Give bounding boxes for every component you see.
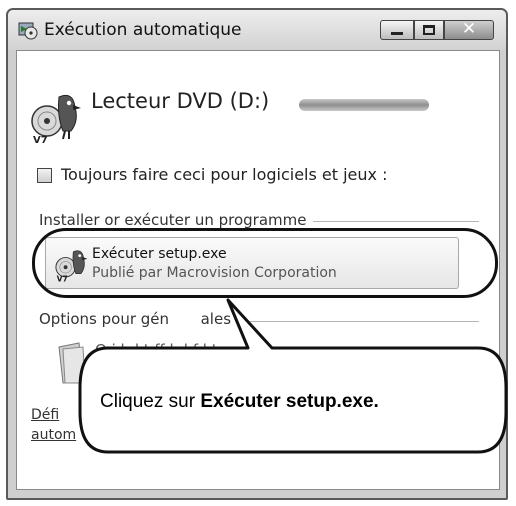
callout-bubble — [78, 298, 508, 454]
callout-bold-command: Exécuter setup.exe. — [200, 391, 379, 412]
callout-prefix: Cliquez sur — [100, 391, 201, 412]
callout-instruction: Cliquez sur Exécuter setup.exe. — [100, 391, 379, 413]
